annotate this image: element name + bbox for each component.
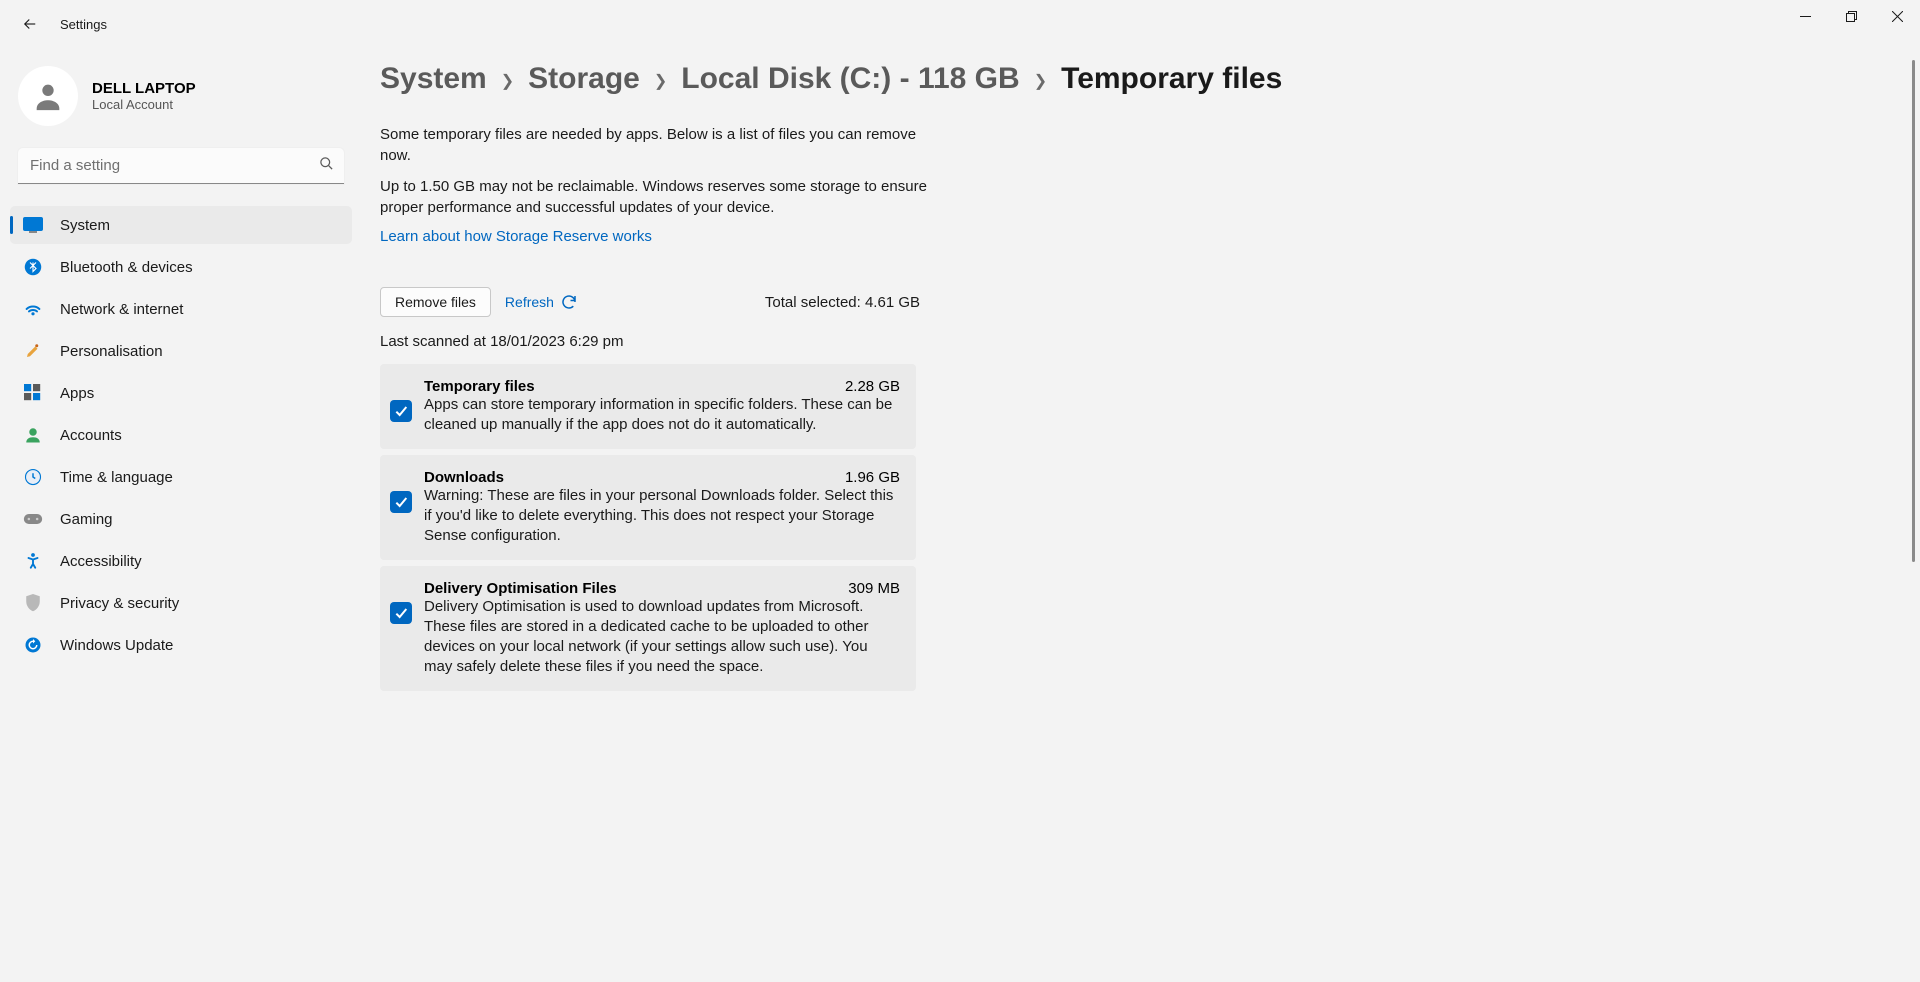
total-selected: Total selected: 4.61 GB [765, 294, 920, 311]
check-icon [393, 403, 409, 419]
sidebar-item-label: Personalisation [60, 343, 163, 360]
remove-files-button[interactable]: Remove files [380, 287, 491, 317]
search-wrap [18, 148, 344, 184]
user-name: DELL LAPTOP [92, 80, 196, 97]
minimize-button[interactable] [1782, 0, 1828, 32]
sidebar-item-accessibility[interactable]: Accessibility [10, 542, 352, 580]
avatar [18, 66, 78, 126]
user-subtitle: Local Account [92, 97, 196, 112]
sidebar-item-label: Accounts [60, 427, 122, 444]
bluetooth-icon [22, 256, 44, 278]
search-input[interactable] [18, 148, 344, 184]
nav-list: System Bluetooth & devices Network & int… [10, 206, 352, 664]
sidebar-item-update[interactable]: Windows Update [10, 626, 352, 664]
item-desc: Warning: These are files in your persona… [424, 486, 900, 546]
shield-icon [22, 592, 44, 614]
main-content: System ❯ Storage ❯ Local Disk (C:) - 118… [360, 48, 1920, 982]
sidebar-item-label: Time & language [60, 469, 173, 486]
item-size: 2.28 GB [845, 378, 900, 395]
last-scanned-label: Last scanned at 18/01/2023 6:29 pm [380, 333, 1900, 350]
sidebar-item-label: Privacy & security [60, 595, 179, 612]
breadcrumb: System ❯ Storage ❯ Local Disk (C:) - 118… [380, 62, 1900, 96]
checkbox-downloads[interactable] [390, 491, 412, 513]
chevron-right-icon: ❯ [501, 71, 514, 91]
maximize-button[interactable] [1828, 0, 1874, 32]
refresh-icon [560, 293, 578, 311]
back-arrow-icon [21, 15, 39, 33]
app-title: Settings [60, 17, 107, 32]
scrollbar[interactable] [1908, 60, 1918, 972]
clock-icon [22, 466, 44, 488]
file-item-temporary-files[interactable]: Temporary files 2.28 GB Apps can store t… [380, 364, 916, 449]
item-title: Temporary files [424, 378, 535, 395]
scrollbar-thumb[interactable] [1912, 60, 1915, 562]
wifi-icon [22, 298, 44, 320]
sidebar-item-label: Gaming [60, 511, 113, 528]
titlebar: Settings [0, 0, 1920, 48]
check-icon [393, 494, 409, 510]
accessibility-icon [22, 550, 44, 572]
system-icon [22, 214, 44, 236]
window-controls [1782, 0, 1920, 32]
accounts-icon [22, 424, 44, 446]
intro-text-1: Some temporary files are needed by apps.… [380, 124, 940, 166]
sidebar-item-gaming[interactable]: Gaming [10, 500, 352, 538]
apps-icon [22, 382, 44, 404]
item-desc: Delivery Optimisation is used to downloa… [424, 597, 900, 677]
chevron-right-icon: ❯ [1034, 71, 1047, 91]
item-title: Delivery Optimisation Files [424, 580, 617, 597]
sidebar-item-privacy[interactable]: Privacy & security [10, 584, 352, 622]
sidebar-item-system[interactable]: System [10, 206, 352, 244]
sidebar-item-label: Bluetooth & devices [60, 259, 193, 276]
sidebar: DELL LAPTOP Local Account System Bluet [0, 48, 360, 982]
maximize-icon [1846, 11, 1857, 22]
update-icon [22, 634, 44, 656]
brush-icon [22, 340, 44, 362]
action-row: Remove files Refresh Total selected: 4.6… [380, 287, 920, 317]
item-desc: Apps can store temporary information in … [424, 395, 900, 435]
gamepad-icon [22, 508, 44, 530]
storage-reserve-link[interactable]: Learn about how Storage Reserve works [380, 228, 652, 245]
item-list: Temporary files 2.28 GB Apps can store t… [380, 364, 916, 691]
sidebar-item-apps[interactable]: Apps [10, 374, 352, 412]
back-button[interactable] [10, 4, 50, 44]
breadcrumb-disk[interactable]: Local Disk (C:) - 118 GB [681, 62, 1019, 96]
sidebar-item-personalisation[interactable]: Personalisation [10, 332, 352, 370]
item-title: Downloads [424, 469, 504, 486]
person-icon [31, 79, 65, 113]
breadcrumb-storage[interactable]: Storage [528, 62, 640, 96]
item-size: 1.96 GB [845, 469, 900, 486]
intro-text-2: Up to 1.50 GB may not be reclaimable. Wi… [380, 176, 940, 218]
checkbox-delivery[interactable] [390, 602, 412, 624]
checkbox-temporary[interactable] [390, 400, 412, 422]
refresh-label: Refresh [505, 294, 554, 310]
item-size: 309 MB [848, 580, 900, 597]
chevron-right-icon: ❯ [654, 71, 667, 91]
file-item-downloads[interactable]: Downloads 1.96 GB Warning: These are fil… [380, 455, 916, 560]
file-item-delivery-optimisation[interactable]: Delivery Optimisation Files 309 MB Deliv… [380, 566, 916, 691]
sidebar-item-label: Accessibility [60, 553, 142, 570]
sidebar-item-bluetooth[interactable]: Bluetooth & devices [10, 248, 352, 286]
close-button[interactable] [1874, 0, 1920, 32]
refresh-button[interactable]: Refresh [505, 293, 578, 311]
sidebar-item-label: Apps [60, 385, 94, 402]
sidebar-item-label: Windows Update [60, 637, 173, 654]
breadcrumb-system[interactable]: System [380, 62, 487, 96]
sidebar-item-label: System [60, 217, 110, 234]
user-account-row[interactable]: DELL LAPTOP Local Account [10, 58, 352, 134]
close-icon [1892, 11, 1903, 22]
breadcrumb-current: Temporary files [1061, 62, 1282, 96]
check-icon [393, 605, 409, 621]
minimize-icon [1800, 11, 1811, 22]
sidebar-item-time[interactable]: Time & language [10, 458, 352, 496]
sidebar-item-label: Network & internet [60, 301, 183, 318]
sidebar-item-network[interactable]: Network & internet [10, 290, 352, 328]
sidebar-item-accounts[interactable]: Accounts [10, 416, 352, 454]
